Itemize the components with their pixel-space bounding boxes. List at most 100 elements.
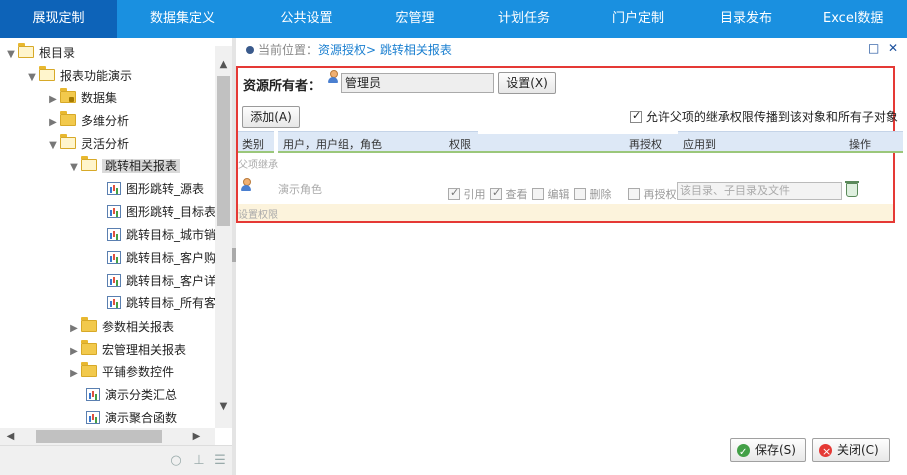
- tree-node-label: 根目录: [39, 46, 76, 60]
- permission-table-header: 类别 用户，用户组，角色 权限 再授权 应用到 操作: [238, 131, 903, 153]
- folder-open-icon: [39, 66, 55, 81]
- tree-node-report-demo[interactable]: ▼ 报表功能演示: [25, 65, 132, 87]
- owner-field[interactable]: 管理员: [341, 73, 494, 93]
- col-operation: 操作: [849, 138, 871, 151]
- nav-item-excel[interactable]: Excel数据: [799, 0, 907, 38]
- inherit-option[interactable]: 允许父项的继承权限传播到该对象和所有子对象: [630, 108, 898, 125]
- col-regrant: 再授权: [629, 138, 662, 151]
- report-icon: [86, 411, 100, 424]
- scroll-left-icon[interactable]: ◀: [2, 428, 19, 445]
- tree-node-report[interactable]: 跳转目标_所有客: [107, 292, 216, 314]
- expand-icon[interactable]: ▶: [46, 112, 60, 134]
- col-apply-to: 应用到: [683, 138, 716, 151]
- breadcrumb: 当前位置：资源授权> 跳转相关报表: [240, 40, 452, 60]
- tree-node-tile-params[interactable]: ▶ 平铺参数控件: [67, 361, 174, 383]
- col-permission: 权限: [449, 138, 471, 151]
- search-icon[interactable]: ○: [168, 454, 184, 468]
- nav-item-publish[interactable]: 目录发布: [693, 0, 799, 38]
- folder-open-icon: [60, 134, 76, 149]
- tree-node-flex-analysis[interactable]: ▼ 灵活分析: [46, 133, 129, 155]
- expand-icon[interactable]: ▶: [67, 341, 81, 363]
- inherit-checkbox[interactable]: [630, 109, 642, 123]
- report-icon: [107, 296, 121, 309]
- tree-node-multidim[interactable]: ▶ 多维分析: [46, 110, 129, 132]
- perm-delete-checkbox: [574, 188, 586, 200]
- location-dot-icon: [246, 46, 254, 54]
- collapse-icon[interactable]: ▼: [46, 135, 60, 157]
- perm-regrant: 再授权: [628, 186, 677, 202]
- org-tree-icon[interactable]: ⊥: [191, 454, 207, 468]
- expand-icon[interactable]: ▶: [67, 363, 81, 385]
- collapse-icon[interactable]: ▼: [4, 44, 18, 66]
- perm-view: 查看: [490, 186, 528, 202]
- maximize-icon[interactable]: □: [868, 41, 879, 55]
- tree-node-report[interactable]: 图形跳转_目标表: [107, 201, 216, 223]
- tree-node-label: 跳转目标_客户购: [126, 251, 217, 265]
- tree-node-label: 报表功能演示: [60, 69, 133, 83]
- tree-toolbar: ○ ⊥ ☰: [0, 445, 232, 475]
- folder-icon: [81, 362, 97, 377]
- save-label: 保存(S): [755, 443, 796, 457]
- tree-node-label: 演示聚合函数: [105, 411, 178, 425]
- perm-label: 查看: [505, 188, 528, 201]
- folder-open-icon: [81, 156, 97, 171]
- tree-node-label: 数据集: [81, 91, 118, 105]
- tree-node-label: 图形跳转_源表: [126, 182, 205, 196]
- folder-icon: [81, 340, 97, 355]
- scrollbar-thumb[interactable]: [217, 76, 230, 226]
- splitter-grip[interactable]: [232, 248, 236, 262]
- perm-view-checkbox: [490, 186, 502, 200]
- list-view-icon[interactable]: ☰: [212, 454, 228, 468]
- nav-item-dataset[interactable]: 数据集定义: [117, 0, 248, 38]
- role-icon: [240, 178, 252, 192]
- nav-item-schedule[interactable]: 计划任务: [465, 0, 583, 38]
- tree-node-param-reports[interactable]: ▶ 参数相关报表: [67, 316, 174, 338]
- top-nav: 展现定制 数据集定义 公共设置 宏管理 计划任务 门户定制 目录发布 Excel…: [0, 0, 907, 38]
- nav-item-portal[interactable]: 门户定制: [583, 0, 693, 38]
- expand-icon[interactable]: ▶: [46, 89, 60, 111]
- tree-node-macro-reports[interactable]: ▶ 宏管理相关报表: [67, 339, 186, 361]
- scrollbar-thumb[interactable]: [36, 430, 162, 443]
- tree-node-dataset[interactable]: ▶ 数据集: [46, 87, 117, 109]
- tree-node-report[interactable]: 跳转目标_客户详: [107, 270, 216, 292]
- resource-tree: ▼ 根目录 ▼ 报表功能演示 ▶ 数据集 ▶ 多维分析 ▼ 灵活分析 ▼ 跳转相关报表 图形…: [0, 38, 232, 428]
- breadcrumb-path[interactable]: 资源授权> 跳转相关报表: [318, 43, 452, 57]
- breadcrumb-prefix: 当前位置：: [258, 43, 319, 57]
- folder-icon: [60, 111, 76, 126]
- locked-folder-icon: [60, 88, 76, 103]
- user-icon: [327, 70, 339, 84]
- tree-node-label: 宏管理相关报表: [102, 343, 187, 357]
- tree-node-label: 多维分析: [81, 114, 130, 128]
- tree-node-report[interactable]: 跳转目标_客户购: [107, 247, 216, 269]
- close-icon[interactable]: ✕: [888, 41, 898, 55]
- tree-node-label: 跳转相关报表: [102, 159, 181, 173]
- tree-node-jump-reports[interactable]: ▼ 跳转相关报表: [67, 155, 181, 179]
- expand-icon[interactable]: ▶: [67, 318, 81, 340]
- set-owner-button[interactable]: 设置(X): [498, 72, 556, 94]
- collapse-icon[interactable]: ▼: [67, 157, 81, 179]
- tree-node-report[interactable]: 跳转目标_城市销: [107, 224, 216, 246]
- nav-item-macro[interactable]: 宏管理: [365, 0, 465, 38]
- tree-node-report[interactable]: 图形跳转_源表: [107, 178, 204, 200]
- tree-node-report[interactable]: 演示聚合函数: [86, 407, 177, 428]
- save-button[interactable]: 保存(S): [730, 438, 806, 464]
- tree-node-label: 演示分类汇总: [105, 388, 178, 402]
- section-inherited: 父项继承: [238, 160, 278, 171]
- perm-regrant-checkbox: [628, 188, 640, 200]
- col-user: 用户，用户组，角色: [283, 138, 382, 151]
- apply-to-field: 该目录、子目录及文件: [677, 182, 842, 200]
- tree-horizontal-scrollbar[interactable]: ◀ ▶: [0, 428, 215, 445]
- scroll-up-icon[interactable]: ▲: [215, 56, 232, 74]
- tree-vertical-scrollbar[interactable]: ▲ ▼: [215, 46, 232, 428]
- tree-node-label: 跳转目标_所有客: [126, 296, 217, 310]
- close-button[interactable]: 关闭(C): [812, 438, 890, 463]
- tree-node-root[interactable]: ▼ 根目录: [4, 42, 75, 64]
- scroll-right-icon[interactable]: ▶: [188, 428, 205, 445]
- nav-item-public[interactable]: 公共设置: [248, 0, 365, 38]
- tree-node-report[interactable]: 演示分类汇总: [86, 384, 177, 406]
- collapse-icon[interactable]: ▼: [25, 67, 39, 89]
- nav-item-display[interactable]: 展现定制: [0, 0, 117, 38]
- add-button[interactable]: 添加(A): [242, 106, 300, 128]
- scroll-down-icon[interactable]: ▼: [215, 398, 232, 416]
- delete-icon: [845, 181, 859, 197]
